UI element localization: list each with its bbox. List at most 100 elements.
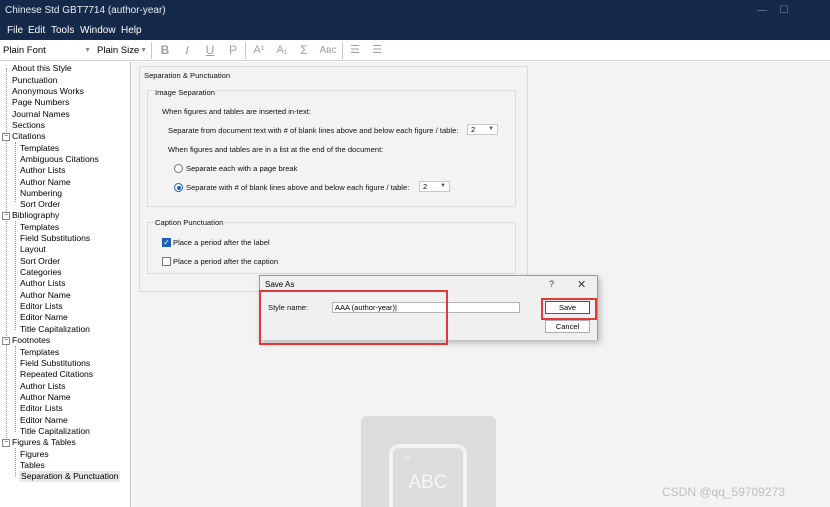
image-separation-title: Image Separation — [154, 88, 216, 97]
tree-item-citations[interactable]: Citations — [12, 131, 45, 142]
align-center-icon[interactable]: ☰ — [369, 43, 385, 58]
period-after-caption-text: Place a period after the caption — [173, 257, 279, 266]
tree-item-bibliography-author-lists[interactable]: Author Lists — [20, 278, 65, 289]
tree-item-footnotes-author-name[interactable]: Author Name — [20, 392, 71, 403]
collapse-icon[interactable]: − — [2, 212, 10, 220]
font-select[interactable]: Plain Font ▼ — [3, 43, 93, 58]
tree-item-page-numbers[interactable]: Page Numbers — [12, 97, 69, 108]
tree-connector — [6, 68, 7, 438]
toolbar-divider — [342, 42, 343, 59]
tree-item-journal-names[interactable]: Journal Names — [12, 109, 70, 120]
font-select-value: Plain Font — [3, 45, 46, 56]
tree-item-ambiguous-citations[interactable]: Ambiguous Citations — [20, 154, 99, 165]
toolbar-divider — [245, 42, 246, 59]
tree-item-citations-author-name[interactable]: Author Name — [20, 177, 71, 188]
menu-file[interactable]: File — [7, 25, 23, 36]
tree-item-figures[interactable]: Figures — [20, 449, 49, 460]
bold-icon[interactable]: B — [157, 43, 173, 58]
tree-item-bibliography-title-capitalization[interactable]: Title Capitalization — [20, 324, 90, 335]
tree-item-footnotes-field-substitutions[interactable]: Field Substitutions — [20, 358, 90, 369]
save-button-highlight — [541, 298, 597, 320]
tree-connector — [15, 142, 16, 202]
small-caps-icon[interactable]: Aʙc — [318, 43, 338, 58]
formatting-toolbar: Plain Font ▼ Plain Size ▼ B I U P A¹ A₁ … — [0, 40, 830, 61]
tree-item-bibliography-field-substitutions[interactable]: Field Substitutions — [20, 233, 90, 244]
abc-text: ABC — [408, 472, 448, 493]
collapse-icon[interactable]: − — [2, 337, 10, 345]
tree-item-layout[interactable]: Layout — [20, 244, 46, 255]
size-select[interactable]: Plain Size ▼ — [97, 43, 149, 58]
tree-item-citations-templates[interactable]: Templates — [20, 143, 59, 154]
tree-item-anonymous-works[interactable]: Anonymous Works — [12, 86, 84, 97]
collapse-icon[interactable]: − — [2, 439, 10, 447]
tree-item-citations-sort-order[interactable]: Sort Order — [20, 199, 60, 210]
tree-item-footnotes-author-lists[interactable]: Author Lists — [20, 381, 65, 392]
tree-item-categories[interactable]: Categories — [20, 267, 62, 278]
minimize-button[interactable]: — — [752, 3, 772, 19]
intext-label: Separate from document text with # of bl… — [168, 126, 459, 135]
tree-item-footnotes-editor-name[interactable]: Editor Name — [20, 415, 68, 426]
caption-punctuation-title: Caption Punctuation — [154, 218, 225, 227]
tree-item-bibliography-editor-name[interactable]: Editor Name — [20, 312, 68, 323]
maximize-button[interactable]: ☐ — [774, 3, 794, 19]
chevron-down-icon: ▼ — [140, 47, 147, 54]
tree-item-footnotes[interactable]: Footnotes — [12, 335, 50, 346]
chevron-down-icon: ▼ — [84, 47, 91, 54]
tree-item-citations-author-lists[interactable]: Author Lists — [20, 165, 65, 176]
caption-punctuation-group — [147, 222, 516, 274]
blank-lines-radio[interactable] — [174, 183, 183, 192]
tree-item-bibliography-author-name[interactable]: Author Name — [20, 290, 71, 301]
menu-help[interactable]: Help — [121, 25, 142, 36]
toolbar-divider — [151, 42, 152, 59]
align-left-icon[interactable]: ☰ — [347, 43, 363, 58]
cancel-button[interactable]: Cancel — [545, 320, 590, 333]
tree-item-bibliography-templates[interactable]: Templates — [20, 222, 59, 233]
collapse-icon[interactable]: − — [2, 133, 10, 141]
tree-item-footnotes-title-capitalization[interactable]: Title Capitalization — [20, 426, 90, 437]
tree-item-footnotes-templates[interactable]: Templates — [20, 347, 59, 358]
caret-icon: ^ — [405, 453, 411, 467]
intext-blank-lines-value: 2 — [471, 125, 476, 134]
tree-item-bibliography-sort-order[interactable]: Sort Order — [20, 256, 60, 267]
subscript-icon[interactable]: A₁ — [274, 43, 290, 58]
list-blank-lines-select[interactable]: 2 ▼ — [419, 181, 450, 192]
italic-icon[interactable]: I — [179, 43, 195, 58]
list-blank-lines-value: 2 — [423, 182, 428, 191]
abc-frame: ^ ABC — [389, 444, 467, 507]
watermark: CSDN @qq_59709273 — [662, 485, 785, 499]
style-name-highlight — [259, 290, 448, 345]
tree-connector — [15, 346, 16, 432]
period-after-caption-checkbox[interactable] — [162, 257, 171, 266]
style-sections-tree: About this Style Punctuation Anonymous W… — [0, 62, 131, 507]
tree-item-repeated-citations[interactable]: Repeated Citations — [20, 369, 93, 380]
period-after-label-checkbox[interactable]: ✓ — [162, 238, 171, 247]
superscript-icon[interactable]: A¹ — [251, 43, 267, 58]
panel-title: Separation & Punctuation — [144, 71, 231, 80]
underline-icon[interactable]: U — [202, 43, 218, 58]
close-icon[interactable]: ✕ — [577, 278, 586, 291]
window-title: Chinese Std GBT7714 (author-year) — [5, 5, 166, 16]
menu-edit[interactable]: Edit — [28, 25, 45, 36]
tree-connector — [15, 448, 16, 477]
tree-item-sections[interactable]: Sections — [12, 120, 45, 131]
tree-item-numbering[interactable]: Numbering — [20, 188, 62, 199]
size-select-value: Plain Size — [97, 45, 140, 56]
tree-item-bibliography[interactable]: Bibliography — [12, 210, 59, 221]
tree-item-bibliography-editor-lists[interactable]: Editor Lists — [20, 301, 63, 312]
tree-item-figures-tables[interactable]: Figures & Tables — [12, 437, 76, 448]
tree-item-punctuation[interactable]: Punctuation — [12, 75, 57, 86]
plain-text-icon[interactable]: P — [225, 43, 241, 58]
symbol-icon[interactable]: Σ — [296, 43, 312, 58]
menu-tools[interactable]: Tools — [51, 25, 74, 36]
chevron-down-icon: ▼ — [488, 126, 494, 132]
help-icon[interactable]: ? — [549, 279, 554, 289]
abc-badge: ^ ABC — [361, 416, 496, 507]
tree-item-tables[interactable]: Tables — [20, 460, 45, 471]
tree-item-footnotes-editor-lists[interactable]: Editor Lists — [20, 403, 63, 414]
tree-item-separation-punctuation[interactable]: Separation & Punctuation — [19, 471, 121, 482]
menu-window[interactable]: Window — [80, 25, 116, 36]
page-break-label: Separate each with a page break — [186, 164, 298, 173]
tree-item-about[interactable]: About this Style — [12, 63, 72, 74]
page-break-radio[interactable] — [174, 164, 183, 173]
intext-blank-lines-select[interactable]: 2 ▼ — [467, 124, 498, 135]
